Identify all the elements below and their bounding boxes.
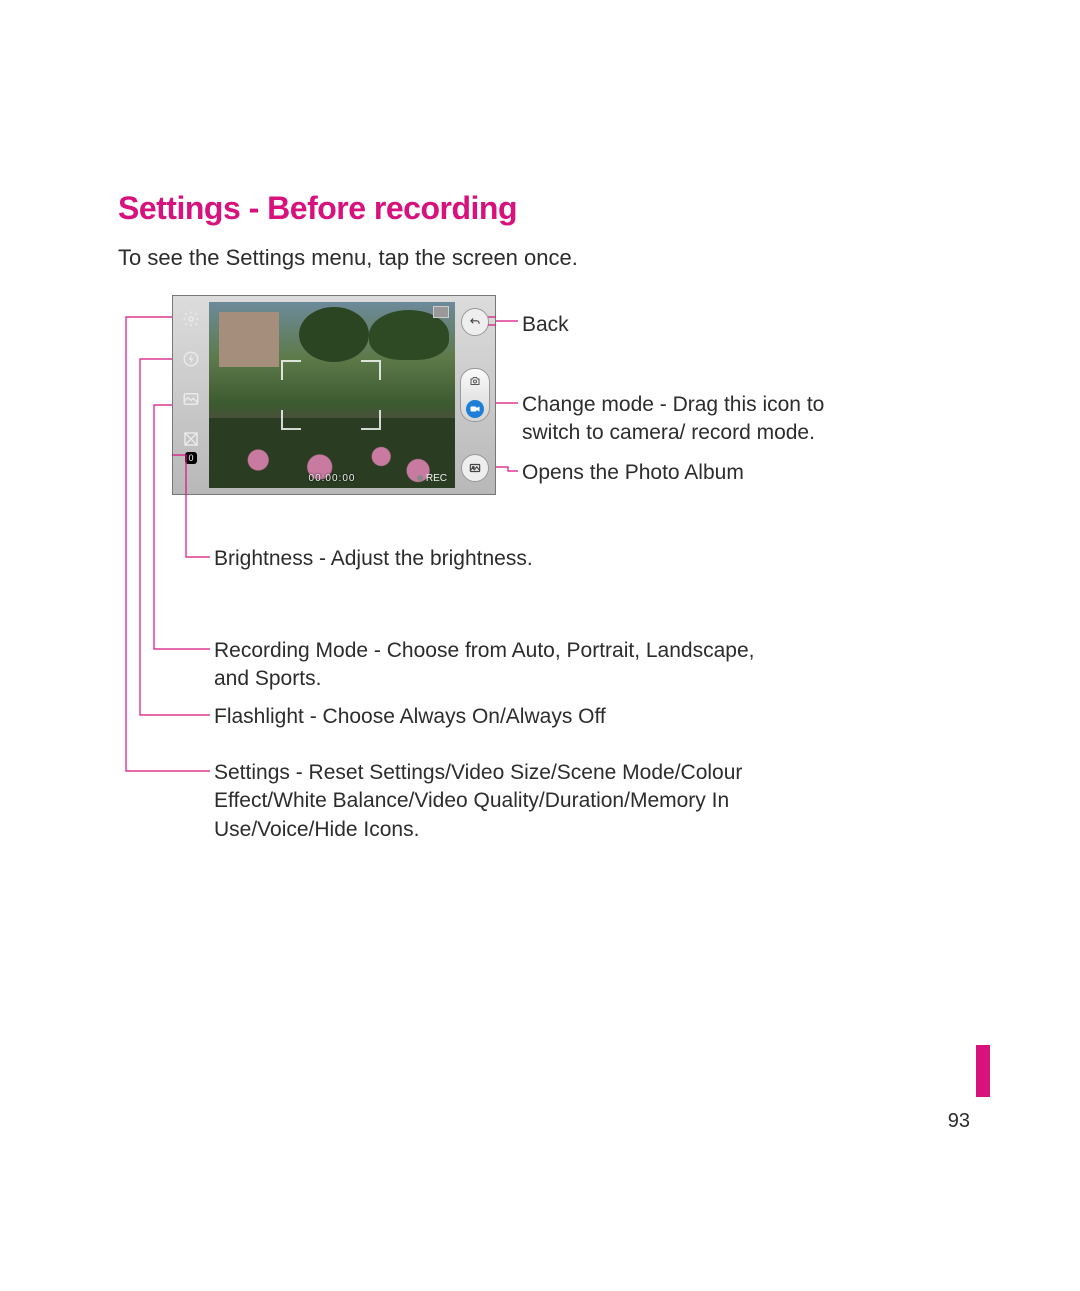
mode-switch[interactable] [460, 368, 490, 422]
brightness-value: 0 [185, 452, 196, 464]
album-button[interactable] [461, 454, 489, 482]
intro-text: To see the Settings menu, tap the screen… [118, 245, 962, 271]
focus-brackets [281, 360, 381, 430]
callout-recmode: Recording Mode - Choose from Auto, Portr… [214, 637, 774, 694]
scene-building [219, 312, 279, 367]
section-heading: Settings - Before recording [118, 190, 962, 227]
callout-flash: Flashlight - Choose Always On/Always Off [214, 703, 606, 731]
callout-back: Back [522, 311, 569, 339]
storage-icon [433, 306, 449, 318]
camera-screenshot: 00:00:00 REC 0 [172, 295, 496, 495]
settings-icon[interactable] [180, 308, 202, 330]
callout-settings: Settings - Reset Settings/Video Size/Sce… [214, 759, 774, 844]
back-button[interactable] [461, 308, 489, 336]
record-timer: 00:00:00 [309, 473, 356, 484]
viewfinder: 00:00:00 REC [209, 302, 455, 488]
flash-icon[interactable] [180, 348, 202, 370]
page-accent-bar [976, 1045, 990, 1097]
left-toolbar: 0 [177, 302, 205, 488]
page-number: 93 [948, 1110, 970, 1133]
scene-tree [299, 307, 369, 362]
video-mode-icon [466, 400, 484, 418]
camera-mode-icon [466, 372, 484, 390]
callout-mode: Change mode - Drag this icon to switch t… [522, 391, 832, 448]
callout-album: Opens the Photo Album [522, 459, 744, 487]
brightness-icon[interactable] [180, 428, 202, 450]
manual-page: Settings - Before recording To see the S… [118, 190, 962, 855]
right-toolbar [459, 302, 491, 488]
callout-brightness: Brightness - Adjust the brightness. [214, 545, 533, 573]
scene-mode-icon[interactable] [180, 388, 202, 410]
rec-indicator: REC [417, 473, 447, 484]
camera-ui-diagram: 00:00:00 REC 0 [118, 295, 962, 855]
